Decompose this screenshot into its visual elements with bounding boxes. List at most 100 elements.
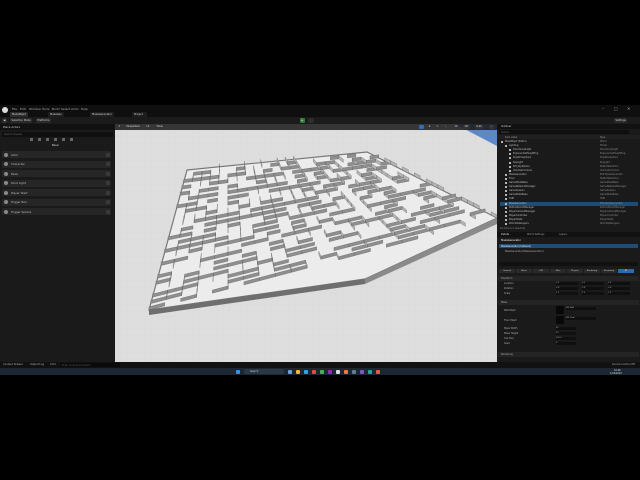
play-options-icon[interactable]: ⋮	[308, 118, 314, 123]
maximize-viewport-icon[interactable]: ⛶	[489, 125, 494, 129]
taskbar-search[interactable]: Search	[244, 369, 284, 374]
app-icon[interactable]	[376, 369, 380, 374]
filter-icon[interactable]	[70, 138, 73, 141]
menu-build[interactable]: Build	[52, 107, 60, 111]
scale-tool-icon[interactable]: ⤡	[443, 125, 448, 129]
console-command-input[interactable]: Enter Console Command	[60, 363, 120, 367]
filter-icon[interactable]	[54, 138, 57, 141]
close-icon[interactable]: ✕	[627, 106, 630, 111]
maze-scene[interactable]	[115, 124, 497, 362]
filter-tab[interactable]: General	[499, 269, 515, 273]
clock-date[interactable]: 1/14/2024	[610, 372, 622, 375]
scale-snap-button[interactable]: 0.25	[475, 125, 484, 129]
menu-actor[interactable]: Actor	[71, 107, 79, 111]
show-button[interactable]: Show	[155, 125, 165, 129]
visibility-eye-icon[interactable]	[509, 153, 511, 156]
visibility-eye-icon[interactable]	[505, 177, 507, 180]
menu-window[interactable]: Window	[29, 107, 41, 111]
visibility-eye-icon[interactable]	[505, 186, 507, 189]
rotation-z-field[interactable]: 0.0°	[608, 287, 630, 290]
edge-icon[interactable]	[304, 369, 308, 374]
wall-mesh-picker[interactable]: SM_Wall	[566, 307, 596, 310]
perspective-button[interactable]: Perspective	[125, 125, 142, 129]
maze-height-field[interactable]: 30	[556, 332, 576, 335]
visibility-eye-icon[interactable]	[505, 206, 507, 209]
more-options-icon[interactable]	[106, 181, 110, 185]
selection-mode-button[interactable]: Selection Mode	[10, 118, 33, 123]
visibility-eye-icon[interactable]	[505, 223, 507, 225]
select-tool-icon[interactable]: ⬚	[419, 125, 425, 129]
more-options-icon[interactable]	[106, 190, 110, 195]
filter-tab[interactable]: Actor	[516, 269, 532, 273]
visibility-eye-icon[interactable]	[505, 173, 507, 176]
visibility-eye-icon[interactable]	[505, 145, 507, 148]
app-icon[interactable]	[344, 369, 348, 374]
more-options-icon[interactable]	[106, 209, 110, 214]
scale-x-field[interactable]: 1.0	[556, 292, 578, 295]
platforms-button[interactable]: Platforms	[36, 118, 51, 123]
rotation-snap-button[interactable]: 10°	[463, 125, 471, 129]
section-rendering[interactable]: Rendering	[498, 352, 639, 357]
more-options-icon[interactable]	[106, 152, 110, 157]
location-y-field[interactable]: 0.0	[582, 282, 604, 285]
rotation-x-field[interactable]: 0.0°	[556, 287, 578, 290]
menu-select[interactable]: Select	[61, 107, 70, 111]
visibility-eye-icon[interactable]	[505, 210, 507, 213]
menu-edit[interactable]: Edit	[20, 107, 26, 111]
scale-z-field[interactable]: 1.0	[608, 292, 630, 295]
visibility-eye-icon[interactable]	[505, 194, 507, 197]
more-options-icon[interactable]	[106, 162, 110, 166]
rotate-tool-icon[interactable]: ↻	[435, 125, 440, 129]
menu-help[interactable]: Help	[81, 107, 88, 111]
more-options-icon[interactable]	[106, 200, 110, 204]
view-mode-button[interactable]: Lit	[145, 125, 151, 129]
actor-list-item[interactable]: Pawn	[2, 170, 111, 177]
output-log-button[interactable]: Output Log	[30, 363, 44, 366]
content-drawer-button[interactable]: Content Drawer	[3, 363, 23, 366]
visibility-eye-icon[interactable]	[509, 169, 511, 172]
unreal-editor-icon[interactable]	[336, 369, 340, 374]
visibility-eye-icon[interactable]	[505, 198, 507, 201]
tab-details[interactable]: Details	[501, 233, 509, 236]
filter-icon[interactable]	[62, 138, 65, 141]
grid-size-button[interactable]: 10	[453, 125, 459, 129]
visibility-eye-icon[interactable]	[509, 165, 511, 168]
filter-tab[interactable]: Rendering	[584, 269, 600, 273]
cmd-dropdown[interactable]: Cmd	[50, 363, 56, 366]
search-classes-input[interactable]: Search Classes	[2, 132, 113, 137]
filter-tab[interactable]: Physics	[567, 269, 583, 273]
component-row[interactable]: MazeGenerator (Instance)	[499, 244, 638, 248]
app-icon[interactable]	[360, 369, 364, 374]
section-maze[interactable]: Maze	[498, 300, 639, 305]
visibility-eye-icon[interactable]	[505, 182, 507, 184]
visibility-eye-icon[interactable]	[505, 190, 507, 193]
filter-tab[interactable]: All	[618, 269, 634, 273]
seed-field[interactable]: 0	[556, 342, 576, 345]
col-item-label[interactable]: Item Label	[505, 136, 517, 139]
filter-icon[interactable]	[38, 138, 41, 141]
visibility-eye-icon[interactable]	[509, 157, 511, 160]
play-icon[interactable]: ▶	[300, 118, 305, 123]
outliner-search-input[interactable]: Search...	[499, 130, 629, 134]
app-icon[interactable]	[312, 369, 316, 374]
visibility-eye-icon[interactable]	[505, 202, 507, 205]
menu-tools[interactable]: Tools	[42, 107, 49, 111]
start-icon[interactable]	[236, 369, 240, 374]
location-x-field[interactable]: 0.0	[556, 282, 578, 285]
filter-tab[interactable]: LOD	[533, 269, 549, 273]
file-explorer-icon[interactable]	[296, 369, 300, 374]
location-z-field[interactable]: 0.0	[608, 282, 630, 285]
floor-mesh-picker[interactable]: SM_Floor	[566, 317, 596, 320]
app-icon[interactable]	[368, 369, 372, 374]
task-view-icon[interactable]	[288, 369, 292, 374]
details-search-input[interactable]	[499, 262, 638, 266]
more-options-icon[interactable]	[106, 171, 110, 176]
tab-layers[interactable]: Layers	[559, 233, 567, 236]
col-type[interactable]: Type	[600, 136, 605, 139]
outliner-row[interactable]: WorldDataLayers WorldDataLayers	[500, 222, 638, 226]
actor-list-item[interactable]: Character	[2, 160, 111, 168]
app-icon[interactable]	[320, 369, 324, 374]
visibility-eye-icon[interactable]	[505, 214, 507, 217]
visibility-eye-icon[interactable]	[509, 161, 511, 164]
source-control-status[interactable]: Source Control Off	[612, 363, 635, 366]
